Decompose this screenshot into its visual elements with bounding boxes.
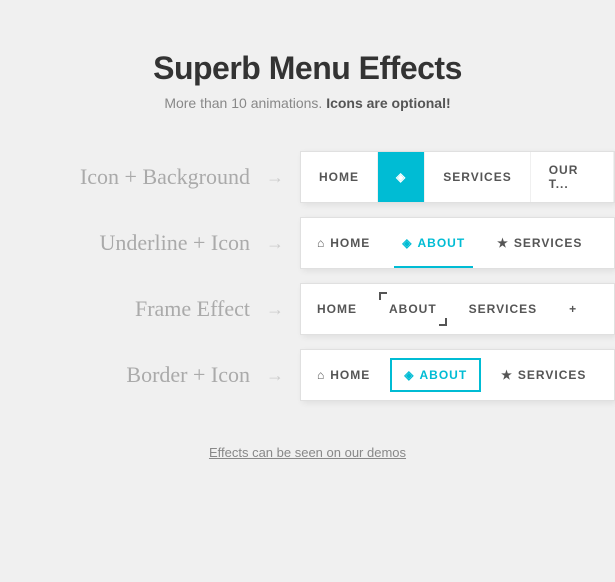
menu-item: HOME: [301, 284, 373, 334]
menu-item: SERVICES: [481, 218, 598, 268]
menu-preview-4: HOME ABOUT SERVICES: [300, 349, 615, 401]
menu-item: SERVICES: [425, 152, 530, 202]
star-icon: [501, 368, 513, 382]
subtitle-plain: More than 10 animations.: [164, 95, 326, 111]
item-text: SERVICES: [518, 368, 586, 382]
arrow-4: →: [250, 365, 300, 386]
menu-item: OUR T...: [531, 152, 614, 202]
menu-item-active: ABOUT: [390, 358, 481, 392]
effect-label-2: Underline + Icon: [20, 230, 250, 256]
header-section: Superb Menu Effects More than 10 animati…: [153, 50, 462, 111]
arrow-1: →: [250, 167, 300, 188]
item-text: SERVICES: [443, 170, 511, 184]
menu-item-active: ABOUT: [373, 284, 453, 334]
item-text: SERVICES: [469, 302, 537, 316]
item-text: HOME: [317, 302, 357, 316]
home-icon: [317, 236, 325, 250]
effect-label-4: Border + Icon: [20, 362, 250, 388]
page-subtitle: More than 10 animations. Icons are optio…: [153, 95, 462, 111]
arrow-2: →: [250, 233, 300, 254]
item-text: OUR T...: [549, 163, 595, 191]
item-text: +: [569, 302, 577, 316]
effect-row-4: Border + Icon → HOME ABOUT SERVICES: [20, 349, 615, 401]
effects-container: Icon + Background → HOME SERVICES OUR T.…: [0, 151, 615, 415]
item-text: HOME: [330, 368, 370, 382]
diamond-icon: [396, 170, 406, 184]
menu-item: HOME: [301, 218, 386, 268]
effect-label-1: Icon + Background: [20, 164, 250, 190]
effect-row-1: Icon + Background → HOME SERVICES OUR T.…: [20, 151, 615, 203]
menu-item: +: [553, 284, 593, 334]
arrow-3: →: [250, 299, 300, 320]
star-icon: [497, 236, 509, 250]
menu-item-active: [378, 152, 425, 202]
item-text: ABOUT: [417, 236, 465, 250]
demo-link[interactable]: Effects can be seen on our demos: [209, 445, 406, 460]
item-text: HOME: [319, 170, 359, 184]
diamond-icon: [404, 368, 414, 382]
menu-item-active: ABOUT: [386, 218, 481, 268]
item-text: ABOUT: [389, 302, 437, 316]
effect-row-3: Frame Effect → HOME ABOUT SERVICES +: [20, 283, 615, 335]
diamond-icon: [402, 236, 412, 250]
frame-corner-tl: [379, 292, 387, 300]
menu-preview-2: HOME ABOUT SERVICES: [300, 217, 615, 269]
item-text: HOME: [330, 236, 370, 250]
menu-preview-1: HOME SERVICES OUR T...: [300, 151, 615, 203]
page-title: Superb Menu Effects: [153, 50, 462, 87]
effect-row-2: Underline + Icon → HOME ABOUT SERVICES: [20, 217, 615, 269]
menu-item: HOME: [301, 350, 386, 400]
menu-item: SERVICES: [453, 284, 553, 334]
menu-item: SERVICES: [485, 350, 602, 400]
effect-label-3: Frame Effect: [20, 296, 250, 322]
item-text: SERVICES: [514, 236, 582, 250]
menu-item: HOME: [301, 152, 378, 202]
home-icon: [317, 368, 325, 382]
item-text: ABOUT: [419, 368, 467, 382]
frame-corner-br: [439, 318, 447, 326]
subtitle-emphasis: Icons are optional!: [326, 95, 450, 111]
menu-preview-3: HOME ABOUT SERVICES +: [300, 283, 615, 335]
